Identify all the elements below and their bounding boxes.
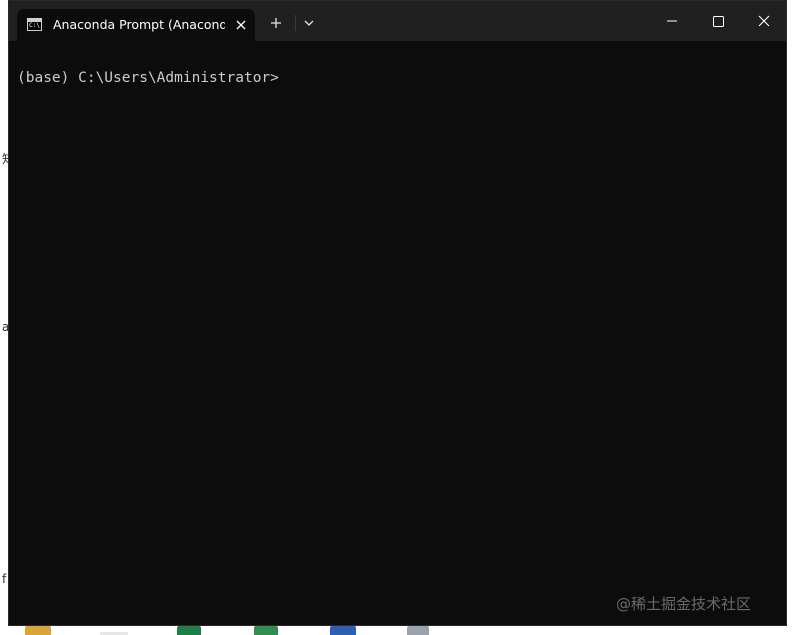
command-prompt: (base) C:\Users\Administrator> bbox=[17, 70, 279, 86]
watermark: @稀土掘金技术社区 bbox=[616, 595, 752, 613]
chevron-down-icon bbox=[304, 20, 314, 26]
maximize-button[interactable] bbox=[695, 1, 741, 41]
terminal-icon: C:\ bbox=[27, 18, 42, 31]
close-icon bbox=[758, 15, 770, 27]
taskbar-app-icon[interactable] bbox=[407, 626, 429, 635]
tab-title: Anaconda Prompt (Anaconda bbox=[53, 17, 225, 32]
taskbar-app-icon[interactable] bbox=[330, 626, 356, 635]
maximize-icon bbox=[713, 16, 724, 27]
close-tab-button[interactable] bbox=[233, 17, 249, 33]
taskbar-app-icon[interactable] bbox=[25, 626, 51, 635]
plus-icon bbox=[271, 18, 281, 28]
taskbar-app-icon[interactable] bbox=[254, 626, 278, 635]
title-bar: C:\ Anaconda Prompt (Anaconda bbox=[9, 1, 786, 41]
minimize-icon bbox=[667, 20, 677, 22]
terminal-output[interactable]: (base) C:\Users\Administrator> bbox=[9, 41, 786, 625]
excel-icon[interactable] bbox=[177, 626, 201, 635]
close-icon bbox=[236, 20, 246, 30]
tab-dropdown-button[interactable] bbox=[298, 12, 320, 34]
minimize-button[interactable] bbox=[649, 1, 695, 41]
new-tab-button[interactable] bbox=[265, 12, 287, 34]
terminal-window: C:\ Anaconda Prompt (Anaconda (base) C:\… bbox=[8, 0, 787, 626]
close-window-button[interactable] bbox=[741, 1, 786, 41]
background-text-fragment: f bbox=[2, 572, 7, 586]
tab-anaconda-prompt[interactable]: C:\ Anaconda Prompt (Anaconda bbox=[17, 9, 255, 41]
divider bbox=[295, 15, 296, 31]
